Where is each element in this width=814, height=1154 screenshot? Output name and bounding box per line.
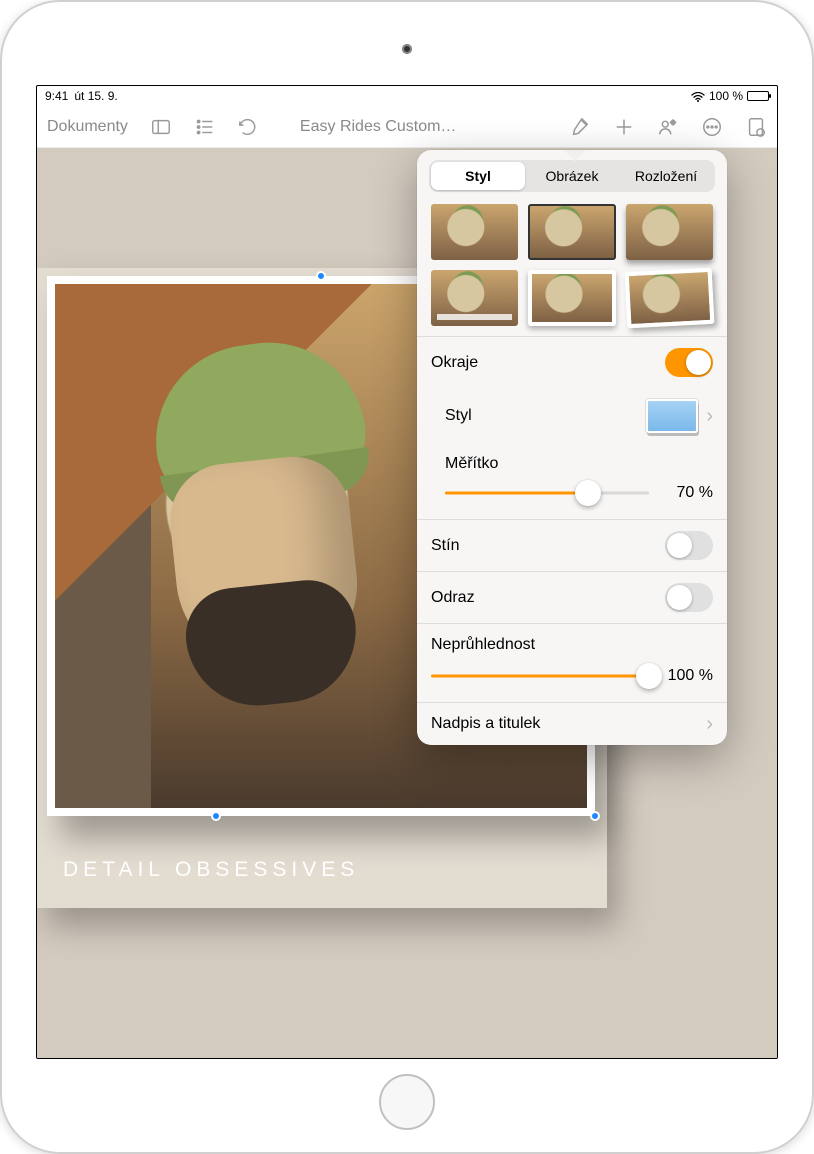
resize-handle-se[interactable] — [590, 811, 600, 821]
image-content-shape — [181, 575, 363, 712]
shadow-label: Stín — [431, 537, 665, 555]
page-caption: DETAIL OBSESSIVES — [63, 858, 359, 882]
title-caption-row[interactable]: Nadpis a titulek › — [417, 702, 727, 745]
reflection-toggle[interactable] — [665, 583, 713, 612]
shadow-row: Stín — [417, 519, 727, 571]
app-toolbar: Dokumenty Easy Rides Custom… — [37, 106, 777, 148]
status-time: 9:41 — [45, 89, 68, 103]
screen: 9:41 út 15. 9. 100 % Dokumenty Easy R — [36, 85, 778, 1059]
ipad-frame: 9:41 út 15. 9. 100 % Dokumenty Easy R — [0, 0, 814, 1154]
outline-icon[interactable] — [194, 116, 216, 138]
scale-slider-row: 70 % — [417, 473, 727, 519]
opacity-label: Neprůhlednost — [417, 623, 727, 656]
border-row: Okraje — [417, 336, 727, 388]
style-preset-2[interactable] — [528, 204, 615, 260]
collaborate-icon[interactable] — [657, 116, 679, 138]
insert-plus-icon[interactable] — [613, 116, 635, 138]
style-preset-6[interactable] — [624, 268, 714, 328]
undo-icon[interactable] — [238, 116, 260, 138]
style-preset-5[interactable] — [528, 270, 615, 326]
border-label: Okraje — [431, 354, 665, 372]
format-brush-icon[interactable] — [569, 116, 591, 138]
border-style-swatch — [646, 399, 698, 433]
reflection-row: Odraz — [417, 571, 727, 623]
camera-dot — [402, 44, 412, 54]
scale-row: Měřítko — [417, 444, 727, 473]
scale-slider[interactable] — [445, 479, 649, 507]
sidebar-icon[interactable] — [150, 116, 172, 138]
more-icon[interactable] — [701, 116, 723, 138]
opacity-slider[interactable] — [431, 662, 649, 690]
wifi-icon — [691, 91, 705, 101]
scale-value: 70 % — [659, 484, 713, 502]
battery-pct: 100 % — [709, 89, 743, 103]
home-button[interactable] — [379, 1074, 435, 1130]
chevron-right-icon: › — [706, 714, 713, 734]
style-preset-1[interactable] — [431, 204, 518, 260]
status-date: út 15. 9. — [74, 89, 117, 103]
scale-label: Měřítko — [445, 455, 713, 473]
border-style-label: Styl — [445, 407, 646, 425]
resize-handle-top[interactable] — [316, 271, 326, 281]
tab-layout[interactable]: Rozložení — [619, 162, 713, 190]
opacity-value: 100 % — [659, 667, 713, 685]
back-documents-button[interactable]: Dokumenty — [47, 118, 128, 136]
title-caption-label: Nadpis a titulek — [431, 715, 706, 733]
status-bar: 9:41 út 15. 9. 100 % — [37, 86, 777, 106]
battery-icon — [747, 91, 769, 101]
border-toggle[interactable] — [665, 348, 713, 377]
document-title[interactable]: Easy Rides Custom… — [300, 118, 457, 136]
shadow-toggle[interactable] — [665, 531, 713, 560]
style-presets — [417, 200, 727, 336]
reflection-label: Odraz — [431, 589, 665, 607]
border-style-row[interactable]: Styl › — [417, 388, 727, 444]
opacity-slider-row: 100 % — [417, 656, 727, 702]
style-preset-4[interactable] — [431, 270, 518, 326]
format-tabs: Styl Obrázek Rozložení — [429, 160, 715, 192]
tab-image[interactable]: Obrázek — [525, 162, 619, 190]
resize-handle-bottom[interactable] — [211, 811, 221, 821]
style-preset-3[interactable] — [626, 204, 713, 260]
format-popover: Styl Obrázek Rozložení Okraje Styl › — [417, 150, 727, 745]
tab-style[interactable]: Styl — [431, 162, 525, 190]
chevron-right-icon: › — [706, 406, 713, 426]
reading-mode-icon[interactable] — [745, 116, 767, 138]
